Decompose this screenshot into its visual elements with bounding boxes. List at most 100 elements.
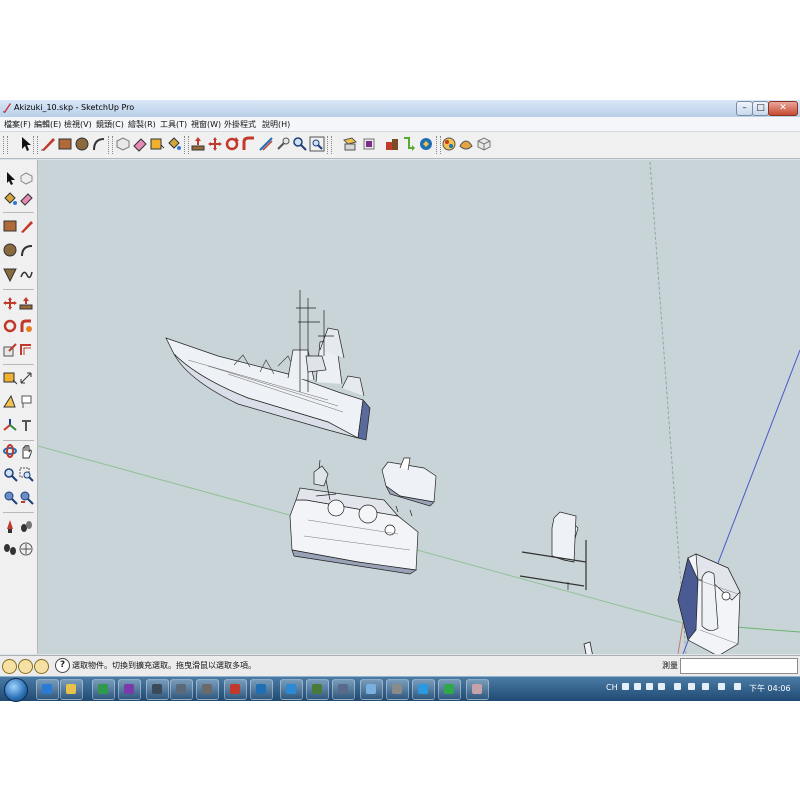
bow-block-model[interactable] xyxy=(677,553,741,654)
toolbar-grip[interactable] xyxy=(327,136,332,154)
taskbar-app-5[interactable] xyxy=(146,679,169,700)
toolbar-grip[interactable] xyxy=(33,136,38,154)
rectangle-tool-button[interactable] xyxy=(57,136,73,152)
left-line-button[interactable] xyxy=(19,219,34,234)
tray-keyboard-icon[interactable] xyxy=(622,683,629,690)
get-models-button[interactable] xyxy=(384,136,400,152)
make-component-button[interactable] xyxy=(115,136,131,152)
left-previous-view-button[interactable] xyxy=(19,490,34,505)
taskbar-app-9[interactable] xyxy=(250,679,273,700)
geo-location-icon[interactable] xyxy=(2,659,17,674)
taskbar-app-8[interactable] xyxy=(224,679,247,700)
offset-tool-button[interactable] xyxy=(258,136,274,152)
left-tape-button[interactable] xyxy=(3,371,18,386)
left-follow-me-button[interactable] xyxy=(19,319,34,334)
menu-draw[interactable]: 繪製(R) xyxy=(128,119,156,130)
taskbar-app-15[interactable] xyxy=(412,679,435,700)
left-section-plane-button[interactable] xyxy=(19,542,34,557)
small-post-model[interactable] xyxy=(568,641,598,654)
user-icon[interactable] xyxy=(34,659,49,674)
section-plane-button[interactable] xyxy=(342,136,358,152)
left-arc-button[interactable] xyxy=(19,243,34,258)
paint-tool-button[interactable] xyxy=(166,136,182,152)
tray-ime-icon[interactable] xyxy=(634,683,641,690)
tray-help-icon[interactable] xyxy=(658,683,665,690)
zoom-extents-button[interactable] xyxy=(309,136,325,152)
tray-network-icon[interactable] xyxy=(688,683,695,690)
ship-hull-model[interactable] xyxy=(165,290,371,441)
modeling-viewport[interactable] xyxy=(38,160,800,654)
taskbar-app-12[interactable] xyxy=(332,679,355,700)
left-protractor-button[interactable] xyxy=(3,394,18,409)
left-look-around-button[interactable] xyxy=(3,542,18,557)
circle-tool-button[interactable] xyxy=(74,136,90,152)
left-3d-text-button[interactable] xyxy=(19,418,34,433)
outliner-button[interactable] xyxy=(476,136,492,152)
materials-button[interactable] xyxy=(458,136,474,152)
left-component-button[interactable] xyxy=(19,171,34,186)
left-zoom-extents-button[interactable] xyxy=(3,490,18,505)
taskbar-app-6[interactable] xyxy=(170,679,193,700)
share-model-button[interactable] xyxy=(401,136,417,152)
measurements-input[interactable] xyxy=(680,658,798,674)
left-position-camera-button[interactable] xyxy=(3,519,18,534)
menu-file[interactable]: 檔案(F) xyxy=(4,119,31,130)
help-icon[interactable]: ? xyxy=(55,658,70,673)
taskbar-app-4[interactable] xyxy=(118,679,141,700)
rotate-tool-button[interactable] xyxy=(224,136,240,152)
left-pan-button[interactable] xyxy=(19,444,34,459)
toolbar-grip[interactable] xyxy=(184,136,189,154)
taskbar-app-17[interactable] xyxy=(466,679,489,700)
taskbar-app-2[interactable] xyxy=(60,679,83,700)
extension-warehouse-button[interactable] xyxy=(418,136,434,152)
taskbar-clock[interactable]: 下午 04:06 xyxy=(749,683,791,694)
left-text-button[interactable] xyxy=(19,394,34,409)
title-bar[interactable]: Akizuki_10.skp - SketchUp Pro – □ ✕ xyxy=(0,100,800,118)
paint-style-button[interactable] xyxy=(441,136,457,152)
taskbar-app-16[interactable] xyxy=(438,679,461,700)
left-zoom-button[interactable] xyxy=(3,467,18,482)
toolbar-grip[interactable] xyxy=(108,136,113,154)
taskbar-app-7[interactable] xyxy=(196,679,219,700)
tray-volume-icon[interactable] xyxy=(718,683,725,690)
follow-me-button[interactable] xyxy=(241,136,257,152)
arc-tool-button[interactable] xyxy=(91,136,107,152)
left-circle-button[interactable] xyxy=(3,243,18,258)
tray-battery-icon[interactable] xyxy=(734,683,741,690)
start-button[interactable] xyxy=(4,678,28,702)
components-button[interactable] xyxy=(361,136,377,152)
taskbar-app-3[interactable] xyxy=(92,679,115,700)
mast-part-model[interactable] xyxy=(519,511,587,590)
eraser-tool-button[interactable] xyxy=(132,136,148,152)
scene-canvas[interactable] xyxy=(38,160,800,654)
left-scale-button[interactable] xyxy=(3,342,18,357)
push-pull-button[interactable] xyxy=(190,136,206,152)
left-walk-button[interactable] xyxy=(19,519,34,534)
menu-edit[interactable]: 編輯(E) xyxy=(34,119,61,130)
select-tool-button[interactable] xyxy=(18,136,34,152)
left-orbit-button[interactable] xyxy=(3,444,18,459)
menu-plugins[interactable]: 外掛程式 xyxy=(224,119,256,130)
taskbar-app-10[interactable] xyxy=(280,679,303,700)
credits-icon[interactable] xyxy=(18,659,33,674)
tape-measure-button[interactable] xyxy=(275,136,291,152)
left-move-button[interactable] xyxy=(3,296,18,311)
maximize-button[interactable]: □ xyxy=(752,101,769,116)
left-offset-button[interactable] xyxy=(19,342,34,357)
left-freehand-button[interactable] xyxy=(19,267,34,282)
menu-camera[interactable]: 鏡頭(C) xyxy=(96,119,124,130)
taskbar-app-11[interactable] xyxy=(306,679,329,700)
language-indicator[interactable]: CH xyxy=(606,683,618,692)
menu-window[interactable]: 視窗(W) xyxy=(191,119,221,130)
left-rectangle-button[interactable] xyxy=(3,219,18,234)
toolbar-grip[interactable] xyxy=(3,136,8,154)
left-select-button[interactable] xyxy=(3,171,18,186)
zoom-tool-button[interactable] xyxy=(292,136,308,152)
menu-tools[interactable]: 工具(T) xyxy=(160,119,187,130)
left-polygon-button[interactable] xyxy=(3,267,18,282)
menu-view[interactable]: 檢視(V) xyxy=(64,119,92,130)
left-dimension-button[interactable] xyxy=(19,371,34,386)
left-push-pull-button[interactable] xyxy=(19,296,34,311)
tray-signal-icon[interactable] xyxy=(702,683,709,690)
taskbar-app-13[interactable] xyxy=(360,679,383,700)
